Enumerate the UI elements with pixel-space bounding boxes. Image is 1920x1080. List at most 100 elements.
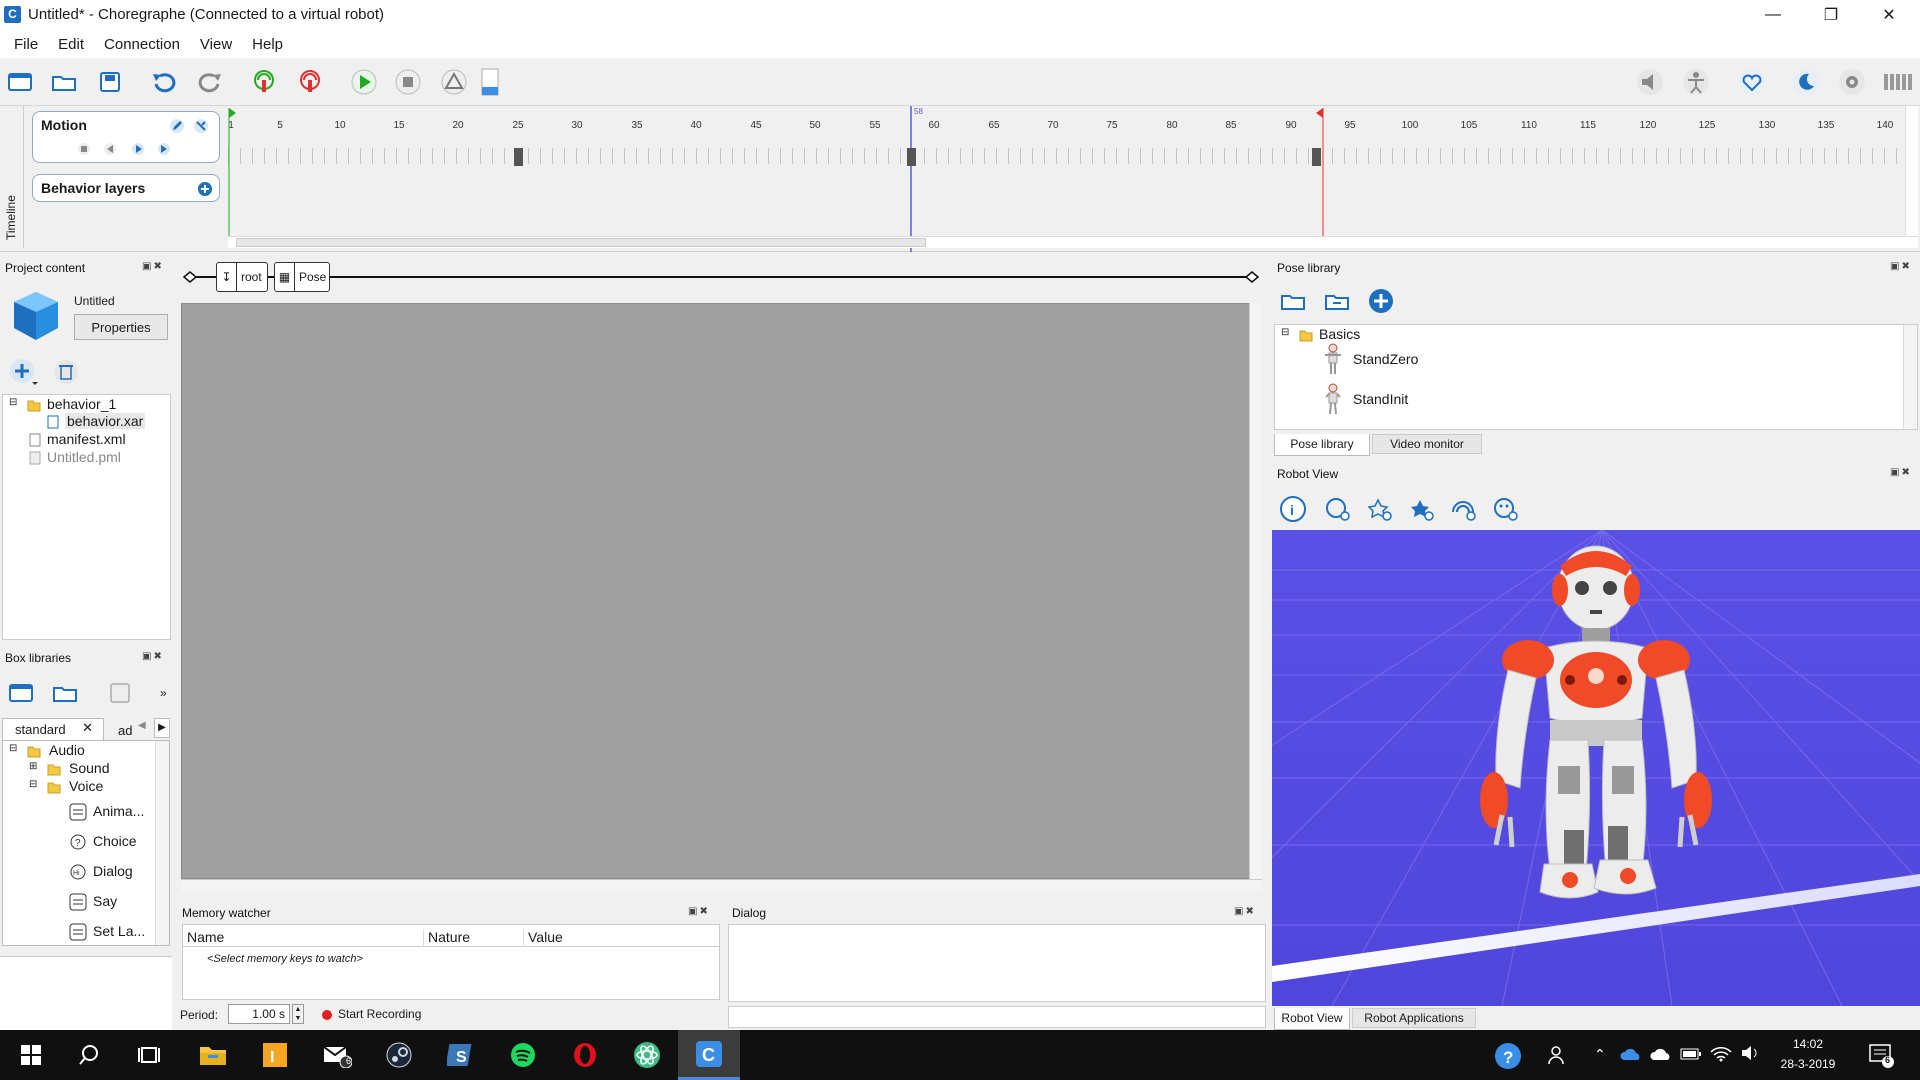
timeline-vscrollbar[interactable] [1905, 106, 1918, 236]
flow-diagram-canvas[interactable] [181, 303, 1261, 879]
memory-placeholder-row[interactable]: <Select memory keys to watch> [207, 953, 363, 965]
choregraphe-taskbar-icon[interactable]: C [678, 1030, 740, 1080]
menu-help[interactable]: Help [244, 36, 291, 53]
collapse-icon[interactable]: ⊟ [29, 779, 37, 790]
restore-button[interactable]: ❐ [1802, 0, 1860, 30]
spotify-icon[interactable] [492, 1030, 554, 1080]
menu-edit[interactable]: Edit [50, 36, 92, 53]
info-icon[interactable]: i [1280, 496, 1306, 522]
view-effectors-icon[interactable] [1408, 496, 1436, 522]
speaker-icon[interactable] [1740, 1044, 1762, 1062]
settings-icon[interactable] [1836, 66, 1868, 98]
dialog-input[interactable] [728, 1006, 1266, 1028]
people-icon[interactable] [1548, 1044, 1570, 1066]
close-tab-icon[interactable]: ✕ [82, 720, 93, 736]
collapse-icon[interactable]: ⊟ [1281, 327, 1289, 338]
period-spinner[interactable]: ▲ ▼ [292, 1004, 304, 1024]
add-file-icon[interactable] [8, 358, 38, 386]
period-input[interactable]: 1.00 s [228, 1004, 290, 1024]
volume-bars-icon[interactable] [1882, 66, 1914, 98]
tab-scroll-right-icon[interactable]: ▶ [154, 718, 170, 738]
keyframe[interactable] [1312, 148, 1321, 166]
open-pose-icon[interactable] [1280, 290, 1306, 312]
tree-item-voice[interactable]: Voice [69, 778, 103, 794]
atom-icon[interactable] [616, 1030, 678, 1080]
canvas-vscrollbar[interactable] [1249, 303, 1262, 879]
start-recording-button[interactable]: Start Recording [338, 1007, 421, 1021]
tree-item-choice[interactable]: Choice [93, 833, 137, 849]
view-joints-icon[interactable] [1366, 496, 1394, 522]
tree-item-audio[interactable]: Audio [49, 742, 85, 758]
wifi-icon[interactable] [1710, 1044, 1732, 1062]
end-marker-icon[interactable] [1315, 108, 1325, 248]
view-face-icon[interactable] [1492, 496, 1520, 522]
tree-scrollbar[interactable] [155, 741, 169, 945]
collapse-icon[interactable]: ⊟ [9, 397, 17, 408]
panel-float-close-icon[interactable]: ▣✖ [142, 651, 164, 662]
add-layer-icon[interactable] [197, 181, 213, 197]
connect-icon[interactable] [248, 66, 280, 98]
col-nature[interactable]: Nature [423, 929, 470, 947]
close-button[interactable]: ✕ [1860, 0, 1918, 30]
tree-item-set-language[interactable]: Set La... [93, 923, 145, 939]
new-library-icon[interactable] [8, 682, 34, 704]
tab-advanced[interactable]: ad [106, 720, 136, 740]
tab-pose-library[interactable]: Pose library [1274, 434, 1370, 456]
menu-file[interactable]: File [6, 36, 46, 53]
delete-file-icon[interactable] [52, 358, 80, 386]
pose-scrollbar[interactable] [1903, 325, 1917, 429]
panel-float-close-icon[interactable]: ▣✖ [688, 906, 710, 917]
mail-icon[interactable]: 6 [306, 1030, 368, 1080]
panel-float-close-icon[interactable]: ▣✖ [1234, 906, 1256, 917]
open-project-icon[interactable] [48, 66, 80, 98]
canvas-hscrollbar[interactable] [181, 879, 1262, 891]
warning-icon[interactable] [438, 66, 470, 98]
file-explorer-icon[interactable] [182, 1030, 244, 1080]
tree-item-manifest[interactable]: manifest.xml [47, 431, 126, 447]
properties-button[interactable]: Properties [74, 314, 168, 340]
keyframe[interactable] [907, 148, 916, 166]
new-project-icon[interactable] [4, 66, 36, 98]
robot-3d-viewport[interactable] [1272, 530, 1920, 1006]
tab-robot-view[interactable]: Robot View [1274, 1008, 1350, 1030]
tree-item-dialog[interactable]: Dialog [93, 863, 133, 879]
panel-float-close-icon[interactable]: ▣✖ [1890, 467, 1912, 478]
app-s-icon[interactable]: S [430, 1030, 492, 1080]
search-icon[interactable] [58, 1030, 120, 1080]
volume-icon[interactable] [1634, 66, 1666, 98]
more-icon[interactable]: » [160, 686, 167, 700]
menu-view[interactable]: View [192, 36, 240, 53]
tab-standard[interactable]: standard ✕ [2, 718, 104, 740]
save-project-icon[interactable] [94, 66, 126, 98]
tray-chevron-icon[interactable]: ⌃ [1594, 1046, 1606, 1063]
tab-robot-applications[interactable]: Robot Applications [1352, 1008, 1476, 1028]
onedrive-icon[interactable] [1620, 1046, 1642, 1062]
open-library-icon[interactable] [52, 682, 78, 704]
tree-item-pml[interactable]: Untitled.pml [47, 449, 121, 465]
start-marker-icon[interactable] [228, 108, 238, 248]
expand-icon[interactable]: ⊞ [29, 761, 37, 772]
keyframe[interactable] [514, 148, 523, 166]
clock-time[interactable]: 14:02 [1778, 1037, 1838, 1051]
timeline-hscrollbar[interactable] [228, 236, 1918, 248]
awareness-icon[interactable] [1736, 66, 1768, 98]
battery-tray-icon[interactable] [1680, 1048, 1702, 1060]
view-sonar-icon[interactable] [1450, 496, 1478, 522]
menu-connection[interactable]: Connection [96, 36, 188, 53]
minimize-button[interactable]: — [1744, 0, 1802, 30]
step-back-icon[interactable] [103, 142, 117, 156]
tools-icon[interactable] [193, 118, 209, 134]
redo-icon[interactable] [194, 66, 226, 98]
rest-icon[interactable] [1790, 66, 1822, 98]
opera-icon[interactable] [554, 1030, 616, 1080]
play-small-icon[interactable] [131, 142, 145, 156]
motion-box[interactable]: Motion [32, 111, 220, 163]
undo-icon[interactable] [148, 66, 180, 98]
tree-item-behavior-folder[interactable]: behavior_1 [47, 396, 116, 412]
library-save-icon[interactable] [108, 682, 132, 704]
stop-small-icon[interactable] [77, 142, 91, 156]
tab-video-monitor[interactable]: Video monitor [1372, 434, 1482, 454]
cloud-icon[interactable] [1650, 1046, 1672, 1062]
tree-item-say[interactable]: Say [93, 893, 117, 909]
tree-item-sound[interactable]: Sound [69, 760, 109, 776]
